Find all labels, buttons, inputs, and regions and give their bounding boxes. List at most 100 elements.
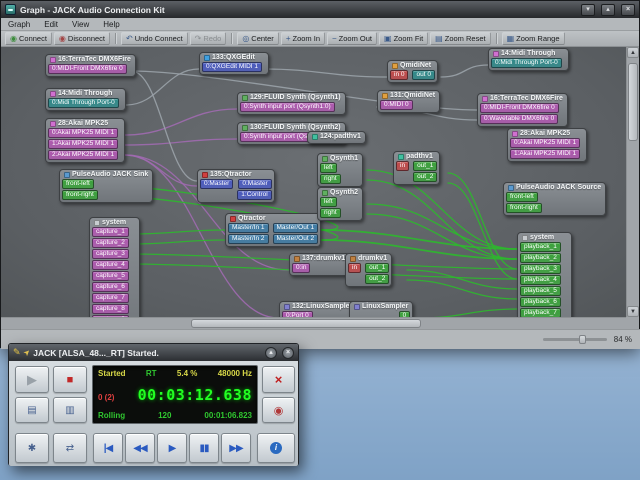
menu-help[interactable]: Help [96,19,126,30]
graph-node-16-terratec-dmx6fire[interactable]: 16:TerraTec DMX6Fire0:MIDI-Front DMX6fir… [45,54,136,77]
graph-node-system[interactable]: systemcapture_1capture_2capture_3capture… [89,217,140,317]
undo-connect-button[interactable]: ↶Undo Connect [121,32,188,45]
center-button[interactable]: ◎Center [237,32,279,45]
node-header[interactable]: padthv1 [394,152,439,161]
menu-graph[interactable]: Graph [1,19,37,30]
graph-port-0-wavetable-dmx6fire-0[interactable]: 0:Wavetable DMX6fire 0 [480,114,558,124]
node-header[interactable]: PulseAudio JACK Source [504,183,605,192]
patch-cable[interactable] [419,309,517,317]
node-header[interactable]: 129:FLUID Synth (Qsynth1) [238,93,345,102]
node-header[interactable]: 133:QXGEdit [200,53,268,62]
maximize-button[interactable]: ▴ [601,4,615,16]
transport-backward-button[interactable]: |◀ [93,433,123,463]
graph-port-in-0[interactable]: in 0 [390,70,408,80]
stop-button[interactable]: ■ [53,366,87,393]
horizontal-scrollbar[interactable] [1,317,628,329]
graph-port-capture-1[interactable]: capture_1 [92,227,129,237]
graph-node-137-drumkv1[interactable]: 137:drumkv10:in [289,253,350,276]
graph-node-132-linuxsampler[interactable]: 132:LinuxSampler0:Port 0 [279,301,357,317]
patch-cable[interactable] [131,230,225,234]
node-header[interactable]: 16:TerraTec DMX6Fire [46,55,135,64]
disconnect-button[interactable]: ◉Disconnect [54,32,110,45]
graph-port-playback-2[interactable]: playback_2 [520,253,561,263]
redo-button[interactable]: ↷Redo [190,32,227,45]
node-header[interactable]: PulseAudio JACK Sink [60,170,152,179]
graph-port-out-1[interactable]: out_1 [413,161,437,171]
graph-port-front-right[interactable]: front-right [62,190,98,200]
graph-port-playback-4[interactable]: playback_4 [520,275,561,285]
pin-icon[interactable]: ➤ [22,347,32,357]
graph-node-131-qmidinet[interactable]: 131:QmidiNet0:MIDI 0 [377,90,440,113]
graph-port-master-in-2[interactable]: Master/In 2 [228,234,269,244]
graph-port-0-midi-front-dmx6fire-0[interactable]: 0:MIDI-Front DMX6fire 0 [48,64,127,74]
graph-port-playback-7[interactable]: playback_7 [520,308,561,317]
vertical-scrollbar[interactable]: ▲ ▼ [626,47,639,317]
graph-port-out-0[interactable]: out 0 [412,70,434,80]
patch-cable[interactable] [125,139,237,145]
graph-node-14-midi-through[interactable]: 14:Midi Through0:Midi Through Port-0 [45,88,126,111]
zoom-slider[interactable] [543,338,607,341]
graph-port-1-akai-mpk25-midi-1[interactable]: 1:Akai MPK25 MIDI 1 [48,139,118,149]
patch-cable[interactable] [131,71,197,181]
graph-port-master-out-2[interactable]: Master/Out 2 [273,234,319,244]
graph-port-master-out-1[interactable]: Master/Out 1 [273,223,319,233]
zoom-reset-button[interactable]: ▤Zoom Reset [430,32,490,45]
connect-button[interactable]: ◉Connect [5,32,52,45]
graph-button[interactable]: ⇄ [53,433,87,463]
scroll-down-icon[interactable]: ▼ [627,306,639,317]
graph-node-129-fluid-synth-qsynth1[interactable]: 129:FLUID Synth (Qsynth1)0:Synth input p… [237,92,346,115]
graph-port-capture-8[interactable]: capture_8 [92,304,129,314]
zoom-in-button[interactable]: +Zoom In [281,32,325,45]
graph-port-0-master[interactable]: 0:Master [238,179,271,189]
graph-port-0-midi-through-port-0[interactable]: 0:Midi Through Port-0 [491,58,562,68]
transport-pause-button[interactable]: ▮▮ [189,433,219,463]
minimize-button[interactable]: ▾ [581,4,595,16]
graph-node-qsynth2[interactable]: Qsynth2leftright [317,187,363,221]
patch-cable[interactable] [407,280,517,299]
node-header[interactable]: Qtractor [226,214,320,223]
graph-port-out-2[interactable]: out_2 [365,274,389,284]
qjackctl-titlebar[interactable]: ✎ ➤ JACK [ALSA_48..._RT] Started. ▴ × [9,344,298,361]
graph-port-in[interactable]: in [396,161,409,171]
graph-port-in[interactable]: in [348,263,361,273]
graph-port-right[interactable]: right [320,174,341,184]
zoom-fit-button[interactable]: ▣Zoom Fit [379,32,428,45]
patch-cable[interactable] [441,65,488,77]
patch-cable[interactable] [407,270,517,289]
graph-node-qsynth1[interactable]: Qsynth1leftright [317,153,363,187]
graph-port-2-akai-mpk25-midi-1[interactable]: 2:Akai MPK25 MIDI 1 [48,150,118,160]
graph-port-1-control[interactable]: 1:Control [237,190,271,200]
graph-node-pulseaudio-jack-source[interactable]: PulseAudio JACK Sourcefront-leftfront-ri… [503,182,606,216]
graph-node-drumkv1[interactable]: drumkv1inout_1out_2 [345,253,392,287]
graph-node-qmidinet[interactable]: QmidiNetin 0 out 0 [387,60,438,83]
graph-port-playback-5[interactable]: playback_5 [520,286,561,296]
node-header[interactable]: 137:drumkv1 [290,254,349,263]
graph-port-capture-4[interactable]: capture_4 [92,260,129,270]
node-header[interactable]: 28:Akai MPK25 [508,129,586,138]
node-header[interactable]: 14:Midi Through [489,49,568,58]
graph-port-left[interactable]: left [320,197,337,207]
scroll-up-icon[interactable]: ▲ [627,47,639,58]
graph-port-left[interactable]: left [320,163,337,173]
graph-port-playback-6[interactable]: playback_6 [520,297,561,307]
node-header[interactable]: 131:QmidiNet [378,91,439,100]
zoom-out-button[interactable]: −Zoom Out [327,32,377,45]
menu-view[interactable]: View [65,19,96,30]
graph-canvas[interactable]: 16:TerraTec DMX6Fire0:MIDI-Front DMX6fir… [1,47,628,317]
node-header[interactable]: 124:padthv1 [308,132,365,141]
transport-forward-button[interactable]: ▶▶ [221,433,251,463]
node-header[interactable]: QmidiNet [388,61,437,70]
zoom-slider-handle[interactable] [579,335,586,344]
shade-button[interactable]: ▴ [265,347,277,359]
graph-port-master-in-1[interactable]: Master/In 1 [228,223,269,233]
node-header[interactable]: LinuxSampler [350,302,412,311]
node-header[interactable]: 132:LinuxSampler [280,302,356,311]
close-button-small[interactable]: × [282,347,294,359]
graph-titlebar[interactable]: Graph - JACK Audio Connection Kit ▾ ▴ × [1,1,639,18]
graph-port-0-midi-front-dmx6fire-0[interactable]: 0:MIDI-Front DMX6fire 0 [480,103,559,113]
node-header[interactable]: Qsynth2 [318,188,362,197]
graph-port-out-2[interactable]: out_2 [413,172,437,182]
patch-cable[interactable] [263,69,387,77]
node-header[interactable]: system [518,233,571,242]
vertical-scroll-handle[interactable] [628,63,638,141]
